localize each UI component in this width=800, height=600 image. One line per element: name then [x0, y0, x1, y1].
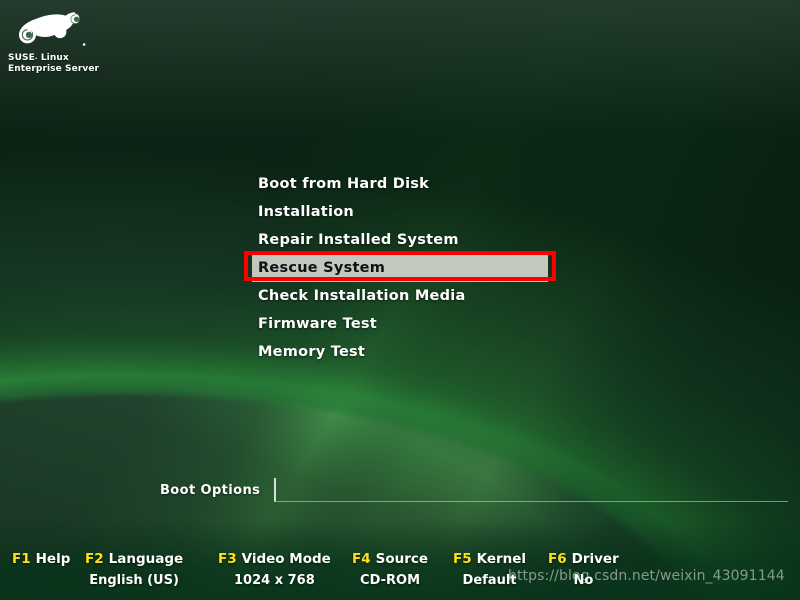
brand-line1: SUSE — [8, 53, 35, 63]
f4-name-label: Source — [375, 551, 429, 567]
f4-value: CD-ROM — [360, 573, 421, 588]
function-key-f2-language[interactable]: F2 Language English (US) — [85, 548, 183, 588]
f3-key-label: F3 — [218, 551, 237, 567]
f5-key-label: F5 — [453, 551, 472, 567]
menu-item-memory-test[interactable]: Memory Test — [252, 338, 548, 366]
f2-value: English (US) — [89, 573, 179, 588]
function-key-bar: F1 Help F2 Language English (US) F3 Video M… — [0, 548, 800, 596]
f1-key-label: F1 — [12, 551, 31, 567]
f2-key-label: F2 — [85, 551, 104, 567]
function-key-f6-driver[interactable]: F6 Driver No — [548, 548, 619, 588]
suse-boot-screen: SUSE. Linux Enterprise Server Boot from … — [0, 0, 800, 600]
function-key-f4-source[interactable]: F4 Source CD-ROM — [352, 548, 428, 588]
f6-name-label: Driver — [571, 551, 619, 567]
boot-menu[interactable]: Boot from Hard Disk Installation Repair … — [252, 170, 548, 366]
f3-value: 1024 x 768 — [234, 573, 315, 588]
brand-line2: Enterprise Server — [8, 64, 100, 74]
f6-key-label: F6 — [548, 551, 567, 567]
f3-name-label: Video Mode — [241, 551, 331, 567]
menu-item-firmware-test[interactable]: Firmware Test — [252, 310, 548, 338]
menu-item-repair-installed-system[interactable]: Repair Installed System — [252, 226, 548, 254]
menu-item-installation[interactable]: Installation — [252, 198, 548, 226]
menu-item-boot-from-hard-disk[interactable]: Boot from Hard Disk — [252, 170, 548, 198]
menu-item-rescue-system[interactable]: Rescue System — [252, 254, 548, 282]
suse-branding: SUSE. Linux Enterprise Server — [8, 8, 136, 75]
f4-key-label: F4 — [352, 551, 371, 567]
f1-name-label: Help — [35, 551, 71, 567]
boot-options-row: Boot Options — [160, 477, 788, 503]
function-key-f5-kernel[interactable]: F5 Kernel Default — [453, 548, 526, 588]
f5-name-label: Kernel — [476, 551, 527, 567]
boot-options-label: Boot Options — [160, 482, 261, 498]
f5-value: Default — [462, 573, 517, 588]
boot-options-input[interactable] — [274, 478, 788, 502]
brand-line1-rest: Linux — [37, 53, 69, 63]
function-key-f1-help[interactable]: F1 Help — [12, 548, 70, 573]
menu-item-check-installation-media[interactable]: Check Installation Media — [252, 282, 548, 310]
f6-value: No — [573, 573, 594, 588]
function-key-f3-video-mode[interactable]: F3 Video Mode 1024 x 768 — [218, 548, 331, 588]
suse-brand-text: SUSE. Linux Enterprise Server — [8, 52, 136, 75]
suse-chameleon-logo — [18, 12, 86, 46]
f2-name-label: Language — [108, 551, 184, 567]
